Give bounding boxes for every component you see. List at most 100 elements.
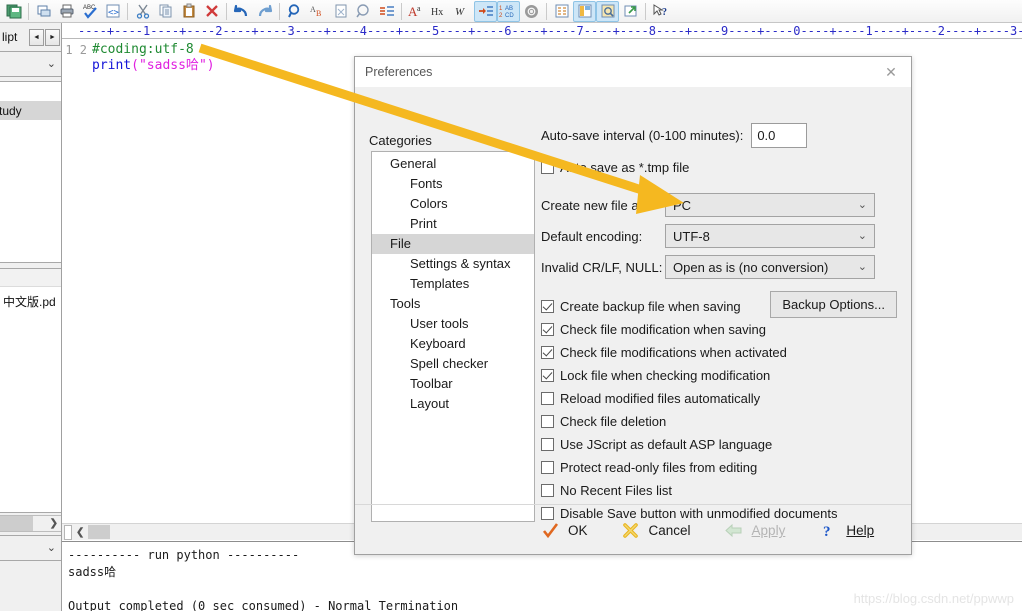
jscript-asp-checkbox[interactable] (541, 438, 554, 451)
cut-icon[interactable] (131, 1, 154, 22)
settings-gear-icon[interactable] (520, 1, 543, 22)
autosave-interval-row: Auto-save interval (0-100 minutes): 0.0 (541, 123, 901, 148)
list-numbers-icon[interactable] (375, 1, 398, 22)
redo-icon[interactable] (253, 1, 276, 22)
find-icon[interactable] (283, 1, 306, 22)
cancel-button[interactable]: Cancel (622, 522, 691, 540)
default-encoding-select[interactable]: UTF-8 ⌄ (665, 224, 875, 248)
category-item-user-tools[interactable]: User tools (372, 314, 534, 334)
sidebar-horizontal-scrollbar[interactable]: ❯ (0, 515, 61, 532)
protect-readonly-checkbox[interactable] (541, 461, 554, 474)
create-new-file-as-label: Create new file as: (541, 197, 649, 213)
check-deletion-row[interactable]: Check file deletion (541, 410, 901, 433)
lock-file-row[interactable]: Lock file when checking modification (541, 364, 901, 387)
category-item-file[interactable]: File (372, 234, 534, 254)
ok-button[interactable]: OK (541, 522, 588, 540)
code-keyword-print: print (92, 58, 132, 73)
preview-window-icon[interactable] (596, 0, 619, 22)
category-item-keyboard[interactable]: Keyboard (372, 334, 534, 354)
dialog-body: Categories General Fonts Colors Print Fi… (355, 87, 911, 556)
check-modification-saving-row[interactable]: Check file modification when saving (541, 318, 901, 341)
toolbar-separator (279, 2, 280, 20)
output-window-icon[interactable] (550, 1, 573, 22)
check-modification-saving-checkbox[interactable] (541, 323, 554, 336)
splitter-grip[interactable] (64, 524, 72, 540)
delete-icon[interactable] (200, 1, 223, 22)
close-icon[interactable]: ✕ (871, 57, 911, 87)
category-item-fonts[interactable]: Fonts (372, 174, 534, 194)
check-modifications-activated-checkbox[interactable] (541, 346, 554, 359)
settings-pane: Auto-save interval (0-100 minutes): 0.0 … (541, 123, 901, 525)
reload-modified-row[interactable]: Reload modified files automatically (541, 387, 901, 410)
apply-button[interactable]: Apply (724, 522, 785, 540)
sidebar-project-dropdown[interactable]: ⌄ (0, 51, 61, 77)
create-new-file-as-select[interactable]: PC ⌄ (665, 193, 875, 217)
hex-view-icon[interactable]: Hx (428, 1, 451, 22)
check-deletion-checkbox[interactable] (541, 415, 554, 428)
context-help-icon[interactable]: ? (649, 1, 672, 22)
print-icon[interactable] (55, 1, 78, 22)
scrollbar-thumb[interactable] (0, 516, 33, 531)
sidebar-prev-button[interactable]: ◄ (29, 28, 44, 46)
protect-readonly-row[interactable]: Protect read-only files from editing (541, 456, 901, 479)
bookmark-icon[interactable] (352, 1, 375, 22)
save-all-icon[interactable] (2, 1, 25, 22)
sidebar-tree-item-study[interactable]: study (0, 101, 61, 120)
jscript-asp-row[interactable]: Use JScript as default ASP language (541, 433, 901, 456)
undo-icon[interactable] (230, 1, 253, 22)
backup-options-button[interactable]: Backup Options... (770, 291, 897, 318)
category-item-layout[interactable]: Layout (372, 394, 534, 414)
toolbar-separator (28, 2, 29, 20)
dialog-title-bar[interactable]: Preferences ✕ (355, 57, 911, 87)
check-modifications-activated-row[interactable]: Check file modifications when activated (541, 341, 901, 364)
scroll-right-arrow-icon[interactable]: ❯ (50, 518, 61, 529)
spell-check-icon[interactable]: ABC (78, 1, 101, 22)
categories-list[interactable]: General Fonts Colors Print File Settings… (371, 151, 535, 522)
view-source-icon[interactable]: <> (101, 1, 124, 22)
code-string-literal: sadss哈 (146, 58, 199, 73)
paste-icon[interactable] (177, 1, 200, 22)
sidebar-file-tree[interactable]: study (0, 81, 61, 263)
sidebar-tab-script[interactable]: lipt (0, 30, 28, 44)
sidebar-panel-header (0, 269, 61, 287)
chevron-down-icon: ⌄ (857, 229, 867, 242)
help-button[interactable]: ? Help (819, 522, 874, 540)
print-preview-icon[interactable] (32, 1, 55, 22)
word-wrap-icon[interactable]: W (451, 1, 474, 22)
font-style-icon[interactable]: A a (405, 1, 428, 22)
goto-icon[interactable] (329, 1, 352, 22)
autosave-tmp-row[interactable]: Auto save as *.tmp file (541, 156, 901, 179)
category-item-templates[interactable]: Templates (372, 274, 534, 294)
category-item-colors[interactable]: Colors (372, 194, 534, 214)
svg-text:Hx: Hx (431, 7, 443, 18)
category-item-tools[interactable]: Tools (372, 294, 534, 314)
category-item-settings-syntax[interactable]: Settings & syntax (372, 254, 534, 274)
scroll-left-arrow-icon[interactable]: ❮ (72, 527, 88, 538)
invalid-crlf-select[interactable]: Open as is (no conversion) ⌄ (665, 255, 875, 279)
default-encoding-label: Default encoding: (541, 228, 643, 244)
chevron-down-icon: ⌄ (46, 57, 56, 70)
category-item-toolbar[interactable]: Toolbar (372, 374, 534, 394)
sort-icon[interactable]: 1 2 AB CD (497, 0, 520, 22)
autosave-tmp-checkbox[interactable] (541, 161, 554, 174)
lock-file-label: Lock file when checking modification (560, 368, 771, 383)
category-item-print[interactable]: Print (372, 214, 534, 234)
sidebar-panel-item-pdf[interactable]: 3 中文版.pd (0, 287, 61, 310)
project-window-icon[interactable] (573, 0, 596, 22)
indent-icon[interactable] (474, 0, 497, 22)
autosave-interval-input[interactable]: 0.0 (751, 123, 808, 148)
replace-icon[interactable]: A B (306, 1, 329, 22)
scrollbar-thumb[interactable] (88, 525, 111, 539)
sidebar-bottom-dropdown[interactable]: ⌄ (0, 535, 61, 561)
categories-label: Categories (369, 133, 432, 148)
no-recent-files-row[interactable]: No Recent Files list (541, 479, 901, 502)
lock-file-checkbox[interactable] (541, 369, 554, 382)
category-item-general[interactable]: General (372, 154, 534, 174)
copy-icon[interactable] (154, 1, 177, 22)
create-backup-checkbox[interactable] (541, 300, 554, 313)
category-item-spell-checker[interactable]: Spell checker (372, 354, 534, 374)
sidebar-next-button[interactable]: ► (45, 28, 60, 46)
no-recent-files-checkbox[interactable] (541, 484, 554, 497)
run-external-icon[interactable] (619, 1, 642, 22)
reload-modified-checkbox[interactable] (541, 392, 554, 405)
